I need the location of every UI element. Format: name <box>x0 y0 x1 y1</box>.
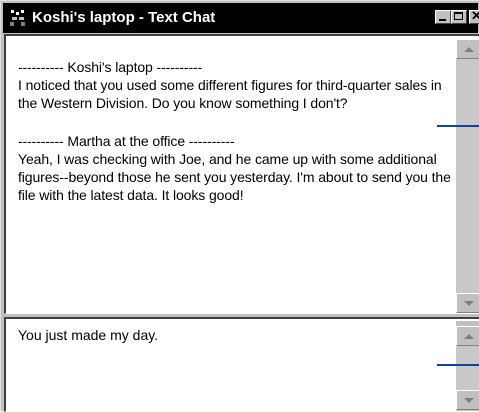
close-button[interactable]: ✕ <box>469 8 479 24</box>
minimize-button[interactable] <box>435 10 451 24</box>
maximize-button[interactable] <box>451 10 467 24</box>
scroll-up-button[interactable] <box>456 39 479 59</box>
chat-app-icon[interactable] <box>9 9 27 27</box>
arrow-up-icon <box>464 47 474 52</box>
scroll-track[interactable] <box>456 346 479 390</box>
callout-line <box>437 364 479 366</box>
arrow-up-icon <box>464 334 474 339</box>
scroll-down-button[interactable] <box>456 293 479 313</box>
scroll-up-button[interactable] <box>456 326 479 346</box>
callout-line <box>437 125 479 127</box>
arrow-down-icon <box>464 398 474 403</box>
message-sender: ---------- Martha at the office --------… <box>18 133 235 149</box>
scroll-down-button[interactable] <box>456 390 479 410</box>
chat-transcript: ---------- Koshi's laptop ---------- I n… <box>18 58 458 204</box>
window-title: Koshi's laptop - Text Chat <box>32 9 216 26</box>
message-input[interactable] <box>18 326 448 344</box>
message-text: I noticed that you used some different f… <box>18 77 442 111</box>
message-sender: ---------- Koshi's laptop ---------- <box>18 59 203 75</box>
arrow-down-icon <box>464 301 474 306</box>
scroll-track[interactable] <box>456 59 479 293</box>
transcript-scrollbar[interactable] <box>456 39 479 313</box>
close-icon: ✕ <box>471 8 479 23</box>
text-chat-window: Koshi's laptop - Text Chat ✕ ---------- … <box>0 0 479 412</box>
maximize-icon <box>454 12 463 20</box>
compose-scrollbar[interactable] <box>456 321 479 411</box>
minimize-icon <box>439 19 446 21</box>
title-bar[interactable]: Koshi's laptop - Text Chat ✕ <box>3 3 479 33</box>
message-text: Yeah, I was checking with Joe, and he ca… <box>18 151 451 203</box>
